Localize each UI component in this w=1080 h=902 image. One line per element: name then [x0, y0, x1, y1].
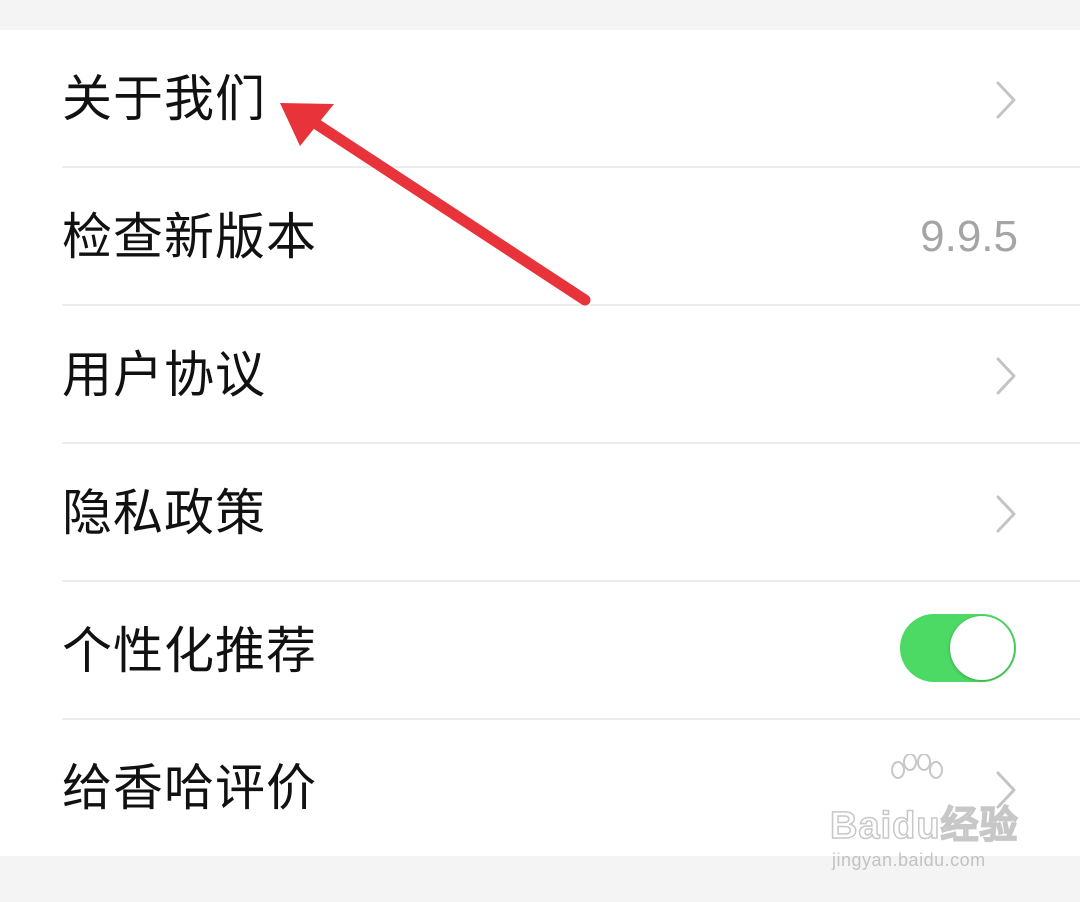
watermark-brand: Baidu经验: [829, 804, 1019, 848]
personalized-recommendation-toggle[interactable]: [900, 614, 1016, 682]
chevron-right-icon: [996, 81, 1016, 119]
chevron-right-icon: [996, 357, 1016, 395]
top-spacer: [0, 0, 1080, 30]
baidu-paw-icon: [891, 754, 943, 779]
chevron-right-icon: [996, 495, 1016, 533]
settings-item-about-us[interactable]: 关于我们: [0, 30, 1080, 168]
watermark-url: jingyan.baidu.com: [832, 850, 986, 870]
settings-item-label: 给香哈评价: [62, 759, 317, 817]
settings-list: 关于我们 检查新版本 9.9.5 用户协议 隐私政策 个性化推荐 给香哈评价: [0, 30, 1080, 856]
settings-item-personalized-recommendation: 个性化推荐: [0, 582, 1080, 720]
settings-item-label: 检查新版本: [62, 208, 317, 266]
settings-item-user-agreement[interactable]: 用户协议: [0, 306, 1080, 444]
settings-item-check-update[interactable]: 检查新版本 9.9.5: [0, 168, 1080, 306]
baidu-watermark: Baidu经验 jingyan.baidu.com: [822, 754, 1022, 880]
settings-item-label: 用户协议: [62, 346, 266, 404]
settings-item-label: 关于我们: [62, 70, 266, 128]
settings-item-label: 个性化推荐: [62, 622, 317, 680]
settings-item-label: 隐私政策: [62, 484, 266, 542]
version-value: 9.9.5: [920, 212, 1018, 261]
settings-item-privacy-policy[interactable]: 隐私政策: [0, 444, 1080, 582]
toggle-knob: [950, 616, 1014, 680]
